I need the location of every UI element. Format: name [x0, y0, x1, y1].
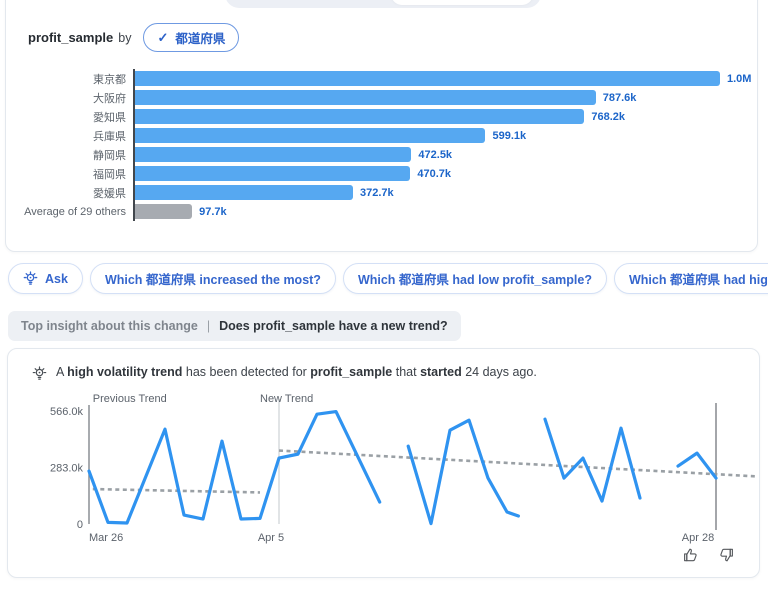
trend-line-chart: 0 283.0k 566.0k Mar 26 Apr 5 Apr 28 Previous T… — [50, 393, 758, 544]
partial-tab-segment[interactable] — [391, 0, 533, 5]
bar-category-label: 愛媛県 — [93, 187, 126, 200]
bar-track: 599.1k — [133, 126, 765, 145]
checkmark-icon: ✓ — [157, 30, 169, 45]
lightbulb-icon — [32, 366, 47, 380]
bar-value-label: 97.7k — [199, 205, 227, 218]
insight-card: A high volatility trend has been detecte… — [7, 348, 760, 578]
data-line-segment — [406, 418, 520, 526]
bar-row: 愛媛県 372.7k — [24, 183, 765, 202]
bar-track: 768.2k — [133, 107, 765, 126]
bar[interactable] — [135, 204, 193, 219]
bar-row: 東京都 1.0M — [24, 69, 765, 88]
bar-value-label: 787.6k — [602, 91, 637, 104]
trend-dashed-line — [278, 449, 758, 478]
bar-chart-card: profit_sample by ✓ 都道府県 東京都 1.0M 大阪府 787.6k… — [5, 0, 758, 252]
x-tick-label: Apr 5 — [258, 532, 284, 544]
suggestion-pill[interactable]: Which 都道府県 increased the most? — [89, 263, 336, 294]
bar-row: 兵庫県 599.1k — [24, 126, 765, 145]
bar[interactable] — [135, 128, 486, 143]
data-line-segment — [676, 451, 718, 480]
insight-question-label: Does profit_sample have a new trend? — [219, 319, 448, 333]
bar-track: 787.6k — [133, 88, 765, 107]
by-label: by — [118, 30, 132, 45]
bar-category-label: 兵庫県 — [93, 130, 126, 143]
bar-row: 愛知県 768.2k — [24, 107, 765, 126]
bar-row: Average of 29 others 97.7k — [24, 202, 765, 221]
y-tick-label: 566.0k — [50, 406, 84, 418]
trend-annotation-label: New Trend — [260, 393, 313, 405]
data-line-segment — [87, 409, 382, 525]
insight-header-separator: | — [206, 319, 211, 333]
x-tick-label: Mar 26 — [89, 532, 123, 544]
bar-track: 372.7k — [133, 183, 765, 202]
bar-category-label: 東京都 — [93, 73, 126, 86]
bar-category-label: 大阪府 — [93, 92, 126, 105]
y-tick-label: 0 — [77, 519, 83, 531]
bar-track: 470.7k — [133, 164, 765, 183]
ask-suggestions-row: Ask Which 都道府県 increased the most? Which … — [8, 263, 768, 294]
metric-title: profit_sample — [28, 30, 114, 45]
partial-tab-control[interactable] — [225, 0, 541, 8]
bar-track: 472.5k — [133, 145, 765, 164]
bar-row: 福岡県 470.7k — [24, 164, 765, 183]
thumbs-down-icon[interactable] — [717, 546, 735, 564]
bar-value-label: 472.5k — [418, 148, 453, 161]
bar-category-label: Average of 29 others — [24, 205, 126, 218]
data-line-segment — [543, 417, 642, 503]
bar[interactable] — [135, 71, 720, 86]
ask-button-label: Ask — [45, 271, 68, 286]
bar[interactable] — [135, 147, 412, 162]
bar-row: 静岡県 472.5k — [24, 145, 765, 164]
bar[interactable] — [135, 166, 411, 181]
bar-value-label: 1.0M — [727, 72, 752, 85]
insight-message-text: A high volatility trend has been detecte… — [56, 365, 537, 379]
bar[interactable] — [135, 185, 354, 200]
bar[interactable] — [135, 109, 585, 124]
bar-category-label: 愛知県 — [93, 111, 126, 124]
bar-value-label: 372.7k — [360, 186, 394, 199]
bar-row: 大阪府 787.6k — [24, 88, 765, 107]
bar-value-label: 470.7k — [417, 167, 452, 180]
suggestion-pill[interactable]: Which 都道府県 had high profit_sample? — [614, 263, 768, 294]
feedback-buttons — [682, 546, 735, 564]
bar-card-title-row: profit_sample by ✓ 都道府県 — [28, 23, 240, 52]
thumbs-up-icon[interactable] — [682, 546, 700, 564]
bar-value-label: 599.1k — [492, 129, 527, 142]
bar-track: 1.0M — [133, 69, 765, 88]
insight-context-label: Top insight about this change — [21, 319, 198, 333]
bar-value-label: 768.2k — [591, 110, 626, 123]
dimension-filter-label: 都道府県 — [175, 32, 226, 46]
y-tick-label: 283.0k — [50, 463, 84, 475]
bar-category-label: 静岡県 — [93, 149, 126, 162]
insight-header-chip: Top insight about this change | Does pro… — [8, 311, 461, 341]
suggestion-pill[interactable]: Which 都道府県 had low profit_sample? — [342, 263, 607, 294]
bar-category-label: 福岡県 — [93, 168, 126, 181]
insight-message-row: A high volatility trend has been detecte… — [32, 365, 537, 381]
dimension-filter-pill[interactable]: ✓ 都道府県 — [143, 23, 240, 52]
x-tick-label: Apr 28 — [682, 532, 714, 544]
bar-track: 97.7k — [133, 202, 765, 221]
ask-button[interactable]: Ask — [8, 263, 83, 294]
bar-chart: 東京都 1.0M 大阪府 787.6k 愛知県 768.2k 兵庫県 599.1k 静岡県 472… — [24, 69, 765, 221]
lightbulb-icon — [23, 271, 38, 285]
bar[interactable] — [135, 90, 596, 105]
trend-annotation-label: Previous Trend — [93, 393, 167, 405]
